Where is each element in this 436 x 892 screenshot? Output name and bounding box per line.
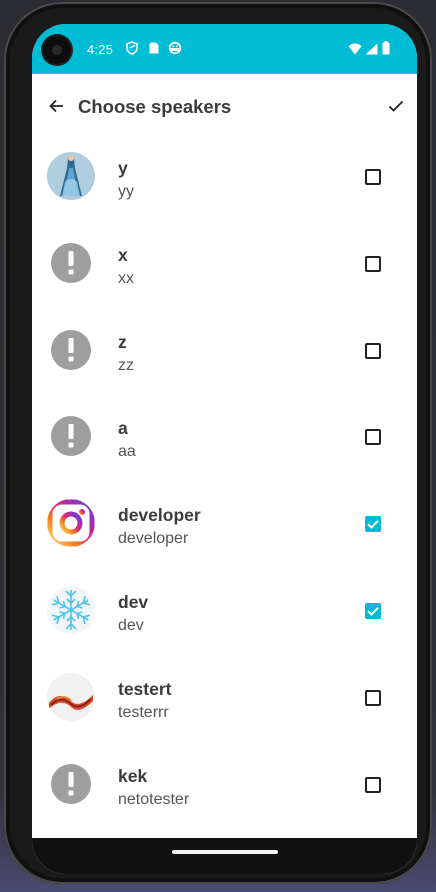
speaker-username: zz (118, 356, 134, 374)
speaker-list: y yy x xx z zz a aa developer developer … (32, 140, 417, 834)
speaker-username: xx (118, 269, 134, 287)
app-bar: Choose speakers (32, 74, 417, 140)
speaker-username: yy (118, 183, 134, 200)
home-indicator[interactable] (172, 850, 278, 854)
status-bar: 4:25 (32, 24, 417, 74)
speaker-checkbox[interactable] (365, 776, 381, 793)
speaker-checkbox[interactable] (365, 429, 381, 446)
speaker-name: x (118, 244, 128, 265)
speaker-row[interactable]: kek netotester (32, 748, 417, 835)
speaker-name: developer (118, 505, 201, 526)
speaker-checkbox[interactable] (365, 516, 381, 533)
snowflake-icon (47, 585, 95, 634)
speaker-checkbox[interactable] (365, 255, 381, 272)
arrow-back-icon (48, 98, 64, 119)
speaker-row[interactable]: x xx (32, 227, 417, 314)
speaker-username: netotester (118, 790, 190, 808)
warning-icon (47, 239, 95, 287)
instagram-logo-icon (47, 499, 95, 548)
speaker-row[interactable]: z zz (32, 314, 417, 401)
speaker-username: aa (118, 443, 136, 461)
page-title: Choose speakers (78, 96, 232, 117)
speaker-checkbox[interactable] (365, 169, 381, 185)
phone-screen: 4:25 Choose speakers y yy x xx z zz a aa… (32, 24, 417, 874)
speaker-name: dev (118, 591, 149, 612)
speaker-name: z (118, 331, 127, 352)
checkmark-icon (367, 607, 379, 616)
speaker-row[interactable]: a aa (32, 400, 417, 487)
speaker-row[interactable]: dev dev (32, 574, 417, 661)
speaker-username: testerrr (118, 703, 169, 721)
speaker-checkbox[interactable] (365, 342, 381, 359)
battery-icon (382, 41, 390, 55)
warning-icon (47, 760, 95, 808)
speaker-checkbox[interactable] (365, 689, 381, 706)
checkmark-icon (388, 99, 404, 118)
ribbon-icon (47, 672, 95, 721)
shield-icon (125, 41, 139, 55)
signal-icon (365, 42, 379, 56)
speaker-name: y (118, 158, 128, 178)
status-time: 4:25 (87, 42, 114, 57)
speaker-name: testert (118, 678, 172, 699)
wifi-icon (348, 42, 362, 56)
android-head-icon (168, 41, 182, 55)
phone-frame: 4:25 Choose speakers y yy x xx z zz a aa… (4, 2, 432, 884)
speaker-row[interactable]: testert testerrr (32, 661, 417, 748)
avatar-photo (47, 152, 95, 200)
speaker-name: a (118, 418, 128, 439)
confirm-button[interactable] (382, 94, 410, 122)
speaker-username: dev (118, 616, 144, 634)
warning-icon (47, 412, 95, 460)
speaker-username: developer (118, 530, 189, 548)
navigation-bar (32, 838, 417, 874)
speaker-row[interactable]: developer developer (32, 487, 417, 574)
speaker-checkbox[interactable] (365, 602, 381, 619)
speaker-row[interactable]: y yy (32, 140, 417, 227)
speaker-name: kek (118, 765, 148, 786)
checkmark-icon (367, 520, 379, 530)
sim-card-icon (147, 41, 161, 55)
front-camera (43, 36, 71, 64)
warning-icon (47, 326, 95, 374)
back-button[interactable] (42, 94, 70, 122)
